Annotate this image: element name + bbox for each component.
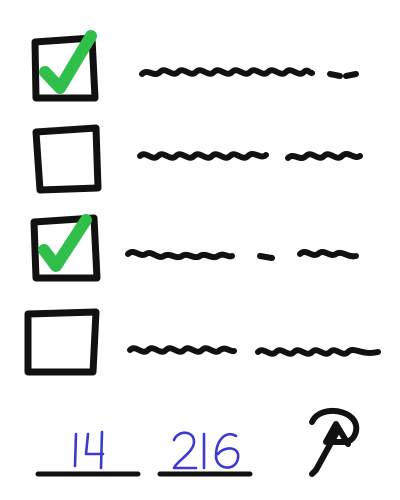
scribbled-label-2 [137,151,363,161]
scribbled-label-4 [127,345,381,357]
page-indicator: 14 216 [35,430,253,477]
checklist-item-2[interactable] [32,124,363,194]
scribbled-label-3 [125,249,359,261]
page-total: 216 [172,431,240,470]
checklist-item-4[interactable] [24,308,381,376]
scribbled-label-1 [139,67,359,79]
checkbox-4[interactable] [24,308,100,376]
checklist-item-3[interactable] [30,214,359,282]
checklist-item-1[interactable] [31,30,359,102]
checkbox-2[interactable] [32,124,102,194]
handwritten-a-logo-icon [309,408,360,477]
hand-drawn-checklist: 14 216 [24,30,381,477]
checkmark-icon-3 [38,214,92,272]
page-current: 14 [73,430,105,470]
